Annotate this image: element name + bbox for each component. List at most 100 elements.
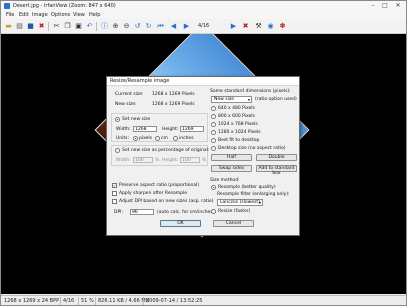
paste-icon[interactable]: ▣	[74, 22, 83, 31]
unit-pixels-label: pixels	[139, 136, 152, 141]
close-window-button[interactable]: ✕	[392, 2, 404, 10]
resize-label: Resize (faster)	[218, 209, 251, 214]
ok-button[interactable]: OK	[160, 220, 201, 227]
preserve-aspect-checkbox[interactable]: ✓	[112, 183, 117, 188]
resample-label: Resample (better quality)	[218, 185, 276, 190]
dialog-title: Resize/Resample image	[110, 78, 170, 84]
status-index: 4/16	[63, 298, 75, 304]
height-input[interactable]: 1269	[180, 126, 204, 132]
image-counter: 4/16	[198, 23, 210, 29]
std-dims-label: Some standard dimensions (pixels):	[210, 89, 291, 94]
delete-icon[interactable]: ✖	[37, 22, 46, 31]
set-new-size-radio[interactable]	[115, 117, 120, 122]
std-dims-select[interactable]: New size ▾	[211, 96, 252, 103]
double-button[interactable]: Double	[256, 154, 297, 161]
copy-icon[interactable]: ❐	[63, 22, 72, 31]
title-bar: Desert.jpg - IrfanView (Zoom: 847 x 640)…	[1, 1, 406, 11]
status-date: 2009-07-14 / 13:52:25	[146, 298, 203, 304]
delete-image-icon[interactable]: ✖	[241, 22, 250, 31]
irfanview-logo-icon[interactable]: ✽	[278, 22, 287, 31]
units-label: Units:	[116, 136, 130, 141]
menu-image[interactable]: Image	[32, 12, 48, 18]
width-label: Width:	[116, 127, 131, 132]
height-label: Height:	[162, 127, 179, 132]
size-method-label: Size method:	[210, 178, 240, 183]
pct-width-input[interactable]: 100	[133, 157, 153, 163]
option-desktop-size-radio[interactable]	[211, 146, 216, 151]
status-filesize: 826.11 KB / 4.66 MB	[98, 298, 150, 304]
menu-help[interactable]: Help	[89, 12, 100, 18]
menu-file[interactable]: File	[6, 12, 14, 18]
unit-inches-radio[interactable]	[173, 136, 178, 141]
unit-cm-radio[interactable]	[155, 136, 160, 141]
dpi-label: DPI:	[114, 210, 124, 215]
ratio-note: (ratio option used)	[255, 97, 297, 102]
adjust-dpi-checkbox[interactable]	[112, 199, 117, 204]
settings-icon[interactable]: ⚒	[254, 22, 263, 31]
dpi-input[interactable]: 96	[130, 209, 154, 215]
zoom-in-icon[interactable]: ⊕	[111, 22, 120, 31]
option-1280-radio[interactable]	[211, 130, 216, 135]
option-best-fit-radio[interactable]	[211, 138, 216, 143]
dpi-note: (auto calc. for cm/inches)	[157, 210, 215, 215]
resample-radio[interactable]	[211, 185, 216, 190]
new-size-value: 1268 x 1269 Pixels	[152, 102, 195, 107]
half-button[interactable]: Half	[211, 154, 252, 161]
rotate-left-icon[interactable]: ↺	[133, 22, 142, 31]
next-image-icon[interactable]: ▶	[182, 22, 191, 31]
chevron-down-icon: ▾	[258, 200, 261, 205]
first-image-icon[interactable]: ⏮	[156, 22, 165, 31]
option-1024-radio[interactable]	[211, 122, 216, 127]
resample-filter-select[interactable]: Lanczos (slowest) ▾	[217, 199, 263, 206]
status-zoom: 51 %	[81, 298, 94, 304]
set-new-size-label: Set new size	[122, 117, 151, 122]
open-folder-icon[interactable]: ▬	[4, 22, 13, 31]
dialog-title-bar: Resize/Resample image	[107, 77, 299, 86]
option-640-radio[interactable]	[211, 106, 216, 111]
option-640-label: 640 x 480 Pixels	[218, 106, 255, 111]
width-input[interactable]: 1268	[133, 126, 157, 132]
menu-edit[interactable]: Edit	[19, 12, 29, 18]
zoom-out-icon[interactable]: ⊖	[122, 22, 131, 31]
pct-width-unit: %	[155, 158, 160, 163]
cancel-button[interactable]: Cancel	[213, 220, 254, 227]
percentage-label: Set new size as percentage of original:	[122, 148, 210, 153]
resize-radio[interactable]	[211, 209, 216, 214]
chevron-down-icon: ▾	[247, 97, 250, 102]
percentage-radio[interactable]	[115, 148, 120, 153]
sharpen-checkbox[interactable]	[112, 191, 117, 196]
status-bar: 1268 x 1269 x 24 BPP 4/16 51 % 826.11 KB…	[1, 295, 406, 305]
info-icon[interactable]: ⓘ	[100, 22, 109, 31]
option-1024-label: 1024 x 768 Pixels	[218, 122, 258, 127]
current-size-label: Current size:	[115, 92, 144, 97]
forward-image-icon[interactable]: ▶	[229, 22, 238, 31]
menu-options[interactable]: Options	[51, 12, 70, 18]
unit-pixels-radio[interactable]	[133, 136, 138, 141]
swap-sides-button[interactable]: Swap sides	[211, 165, 252, 172]
unit-cm-label: cm	[161, 136, 168, 141]
toolbar: ▬ ▤ ■ ✖ ✂ ❐ ▣ ↶ ⓘ ⊕ ⊖ ↺ ↻ ⏮ ◀ ▶ 4/16 ▶ ✖…	[1, 19, 406, 34]
previous-image-icon[interactable]: ◀	[169, 22, 178, 31]
save-icon[interactable]: ■	[26, 22, 35, 31]
option-1280-label: 1280 x 1024 Pixels	[218, 130, 261, 135]
std-dims-select-value: New size	[214, 97, 234, 102]
rotate-right-icon[interactable]: ↻	[144, 22, 153, 31]
maximize-button[interactable]: □	[379, 2, 391, 10]
preserve-aspect-label: Preserve aspect ratio (proportional)	[119, 183, 200, 188]
option-best-fit-label: Best fit to desktop	[218, 138, 260, 143]
status-dimensions: 1268 x 1269 x 24 BPP	[4, 298, 60, 304]
add-to-standard-button[interactable]: Add to standard box	[256, 165, 297, 176]
cut-icon[interactable]: ✂	[52, 22, 61, 31]
menu-view[interactable]: View	[73, 12, 85, 18]
new-size-label: New size:	[115, 102, 137, 107]
pct-height-input[interactable]: 100	[180, 157, 200, 163]
unit-inches-label: inches	[179, 136, 194, 141]
undo-icon[interactable]: ↶	[85, 22, 94, 31]
slideshow-icon[interactable]: ▤	[15, 22, 24, 31]
option-800-label: 800 x 600 Pixels	[218, 114, 255, 119]
pct-height-label: Height:	[162, 158, 179, 163]
option-800-radio[interactable]	[211, 114, 216, 119]
resize-dialog: Resize/Resample image Current size: 1268…	[106, 76, 300, 236]
batch-icon[interactable]: ◉	[266, 22, 275, 31]
minimize-button[interactable]: –	[367, 2, 379, 10]
